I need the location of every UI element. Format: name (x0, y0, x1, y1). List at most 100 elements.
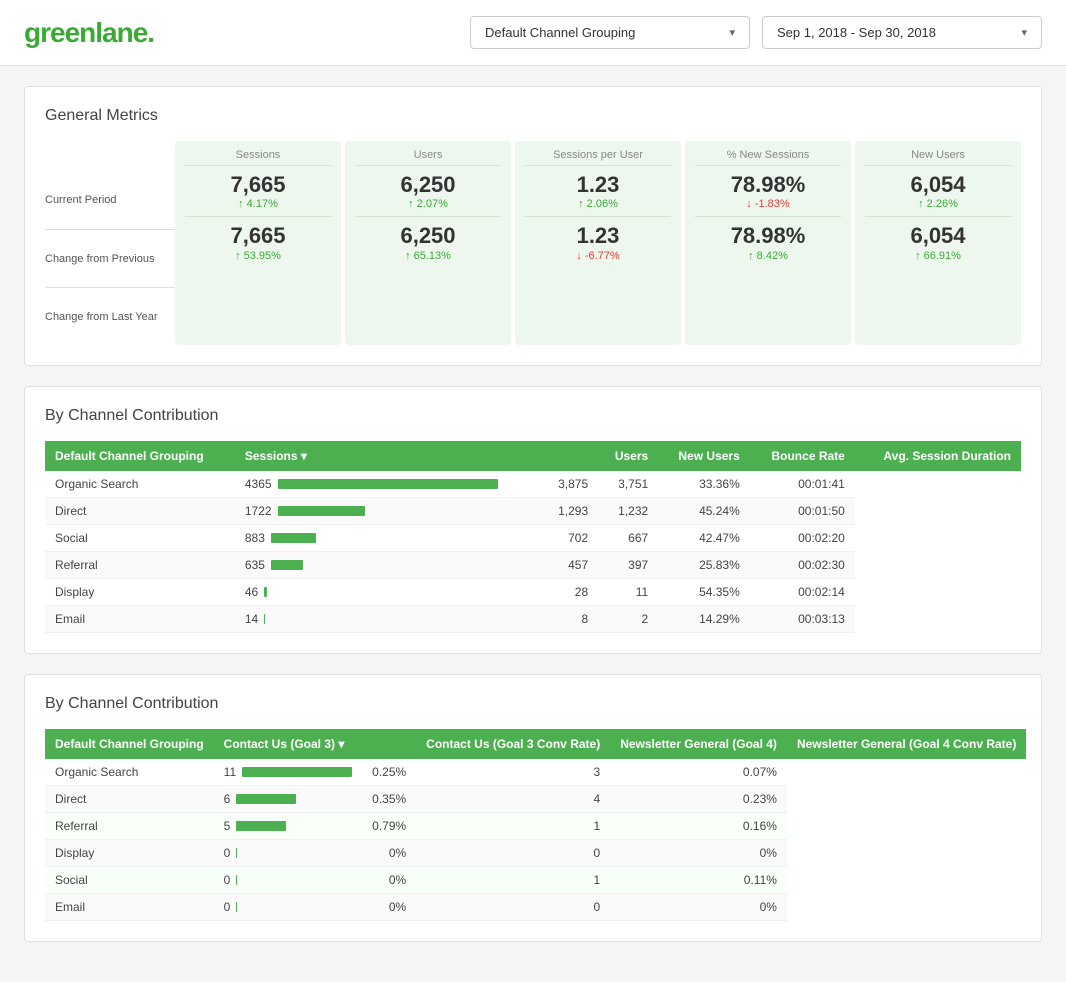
th-col-0: Default Channel Grouping (45, 441, 235, 471)
goal4-val: 1 (416, 813, 610, 840)
bounce-rate-val: 45.24% (658, 498, 750, 525)
channel-name: Referral (45, 552, 235, 579)
goal4-val: 1 (416, 867, 610, 894)
table-row: Email 0 0% 0 0% (45, 894, 1026, 921)
goal4-val: 0 (416, 840, 610, 867)
new-users-val: 3,751 (598, 471, 658, 498)
metrics-data-grid: Sessions 7,665 ↑ 4.17% 7,665 ↑ 53.95% Us… (175, 141, 1021, 345)
new-users-val: 1,232 (598, 498, 658, 525)
channel-name: Social (45, 525, 235, 552)
table-row: Referral 5 0.79% 1 0.16% (45, 813, 1026, 840)
metric-row-current: 1.23 ↑ 2.06% (525, 165, 671, 216)
date-range-dropdown[interactable]: Sep 1, 2018 - Sep 30, 2018 ▾ (762, 16, 1042, 49)
metric-row-prev: 6,250 ↑ 65.13% (355, 216, 501, 267)
avg-duration-val: 00:01:41 (750, 471, 855, 498)
table-row: Display 0 0% 0 0% (45, 840, 1026, 867)
metric-col-header: % New Sessions (695, 149, 841, 165)
goal3-bar-cell: 0 (214, 840, 362, 867)
metric-label-current: Current Period (45, 171, 175, 229)
users-val: 702 (542, 525, 598, 552)
header-controls: Default Channel Grouping ▾ Sep 1, 2018 -… (470, 16, 1042, 49)
metric-col-2: Sessions per User 1.23 ↑ 2.06% 1.23 ↓ -6… (515, 141, 681, 345)
conv-rate-val: 0.25% (362, 759, 416, 786)
users-val: 28 (542, 579, 598, 606)
new-users-val: 397 (598, 552, 658, 579)
th-sessions[interactable]: Sessions ▾ (235, 441, 598, 471)
channel-name: Direct (45, 786, 214, 813)
new-users-val: 667 (598, 525, 658, 552)
metric-row-current: 6,054 ↑ 2.26% (865, 165, 1011, 216)
metric-col-3: % New Sessions 78.98% ↓ -1.83% 78.98% ↑ … (685, 141, 851, 345)
avg-duration-val: 00:03:13 (750, 606, 855, 633)
goal3-bar-cell: 6 (214, 786, 362, 813)
goal4-val: 0 (416, 894, 610, 921)
avg-duration-val: 00:02:30 (750, 552, 855, 579)
channel-grouping-label: Default Channel Grouping (485, 25, 635, 40)
th-t2-col-3: Contact Us (Goal 3 Conv Rate) (416, 729, 610, 759)
channel-name: Organic Search (45, 471, 235, 498)
users-val: 8 (542, 606, 598, 633)
table-row: Email 14 8 2 14.29% 00:03:13 (45, 606, 1021, 633)
th-goal3[interactable]: Contact Us (Goal 3) ▾ (214, 729, 417, 759)
channel-table2: Default Channel GroupingContact Us (Goal… (45, 729, 1026, 921)
metric-col-4: New Users 6,054 ↑ 2.26% 6,054 ↑ 66.91% (855, 141, 1021, 345)
bounce-rate-val: 14.29% (658, 606, 750, 633)
metric-row-current: 78.98% ↓ -1.83% (695, 165, 841, 216)
channel-table2-section: By Channel Contribution Default Channel … (24, 674, 1042, 942)
metric-col-header: Users (355, 149, 501, 165)
table-row: Direct 6 0.35% 4 0.23% (45, 786, 1026, 813)
channel-name: Direct (45, 498, 235, 525)
logo: greenlane. (24, 17, 154, 49)
table-row: Social 0 0% 1 0.11% (45, 867, 1026, 894)
channel-table1-title: By Channel Contribution (45, 407, 1021, 425)
metrics-labels-col: Current Period Change from Previous Chan… (45, 141, 175, 345)
users-val: 3,875 (542, 471, 598, 498)
conv-rate-val: 0% (362, 840, 416, 867)
channel-name: Email (45, 894, 214, 921)
channel-name: Email (45, 606, 235, 633)
channel-grouping-dropdown[interactable]: Default Channel Grouping ▾ (470, 16, 750, 49)
goal4-conv-val: 0.07% (610, 759, 787, 786)
avg-duration-val: 00:02:20 (750, 525, 855, 552)
metric-row-prev: 1.23 ↓ -6.77% (525, 216, 671, 267)
channel-name: Referral (45, 813, 214, 840)
metric-col-header: Sessions (185, 149, 331, 165)
metrics-wrapper: Current Period Change from Previous Chan… (45, 141, 1021, 345)
table-row: Direct 1722 1,293 1,232 45.24% 00:01:50 (45, 498, 1021, 525)
table-row: Social 883 702 667 42.47% 00:02:20 (45, 525, 1021, 552)
sessions-bar-cell: 4365 (235, 471, 542, 498)
header: greenlane. Default Channel Grouping ▾ Se… (0, 0, 1066, 66)
metric-col-0: Sessions 7,665 ↑ 4.17% 7,665 ↑ 53.95% (175, 141, 341, 345)
th-col-5: Bounce Rate (750, 441, 855, 471)
channel-name: Social (45, 867, 214, 894)
date-range-arrow: ▾ (1021, 26, 1027, 39)
th-t2-col-4: Newsletter General (Goal 4) (610, 729, 787, 759)
metric-col-header: New Users (865, 149, 1011, 165)
goal3-bar-cell: 5 (214, 813, 362, 840)
channel-name: Display (45, 579, 235, 606)
channel-table2-title: By Channel Contribution (45, 695, 1021, 713)
sessions-bar-cell: 46 (235, 579, 542, 606)
bounce-rate-val: 25.83% (658, 552, 750, 579)
metric-col-header: Sessions per User (525, 149, 671, 165)
sessions-bar-cell: 635 (235, 552, 542, 579)
goal3-bar-cell: 0 (214, 867, 362, 894)
goal3-bar-cell: 11 (214, 759, 362, 786)
table-row: Referral 635 457 397 25.83% 00:02:30 (45, 552, 1021, 579)
goal3-bar-cell: 0 (214, 894, 362, 921)
sessions-bar-cell: 883 (235, 525, 542, 552)
channel-grouping-arrow: ▾ (729, 26, 735, 39)
bounce-rate-val: 42.47% (658, 525, 750, 552)
bounce-rate-val: 54.35% (658, 579, 750, 606)
th-col-3: Users (598, 441, 658, 471)
goal4-conv-val: 0.23% (610, 786, 787, 813)
goal4-val: 3 (416, 759, 610, 786)
date-range-label: Sep 1, 2018 - Sep 30, 2018 (777, 25, 936, 40)
avg-duration-val: 00:01:50 (750, 498, 855, 525)
channel-table1-section: By Channel Contribution Default Channel … (24, 386, 1042, 654)
goal4-conv-val: 0.11% (610, 867, 787, 894)
channel-table1: Default Channel GroupingSessions ▾UsersN… (45, 441, 1021, 633)
goal4-conv-val: 0.16% (610, 813, 787, 840)
sessions-bar-cell: 1722 (235, 498, 542, 525)
new-users-val: 11 (598, 579, 658, 606)
